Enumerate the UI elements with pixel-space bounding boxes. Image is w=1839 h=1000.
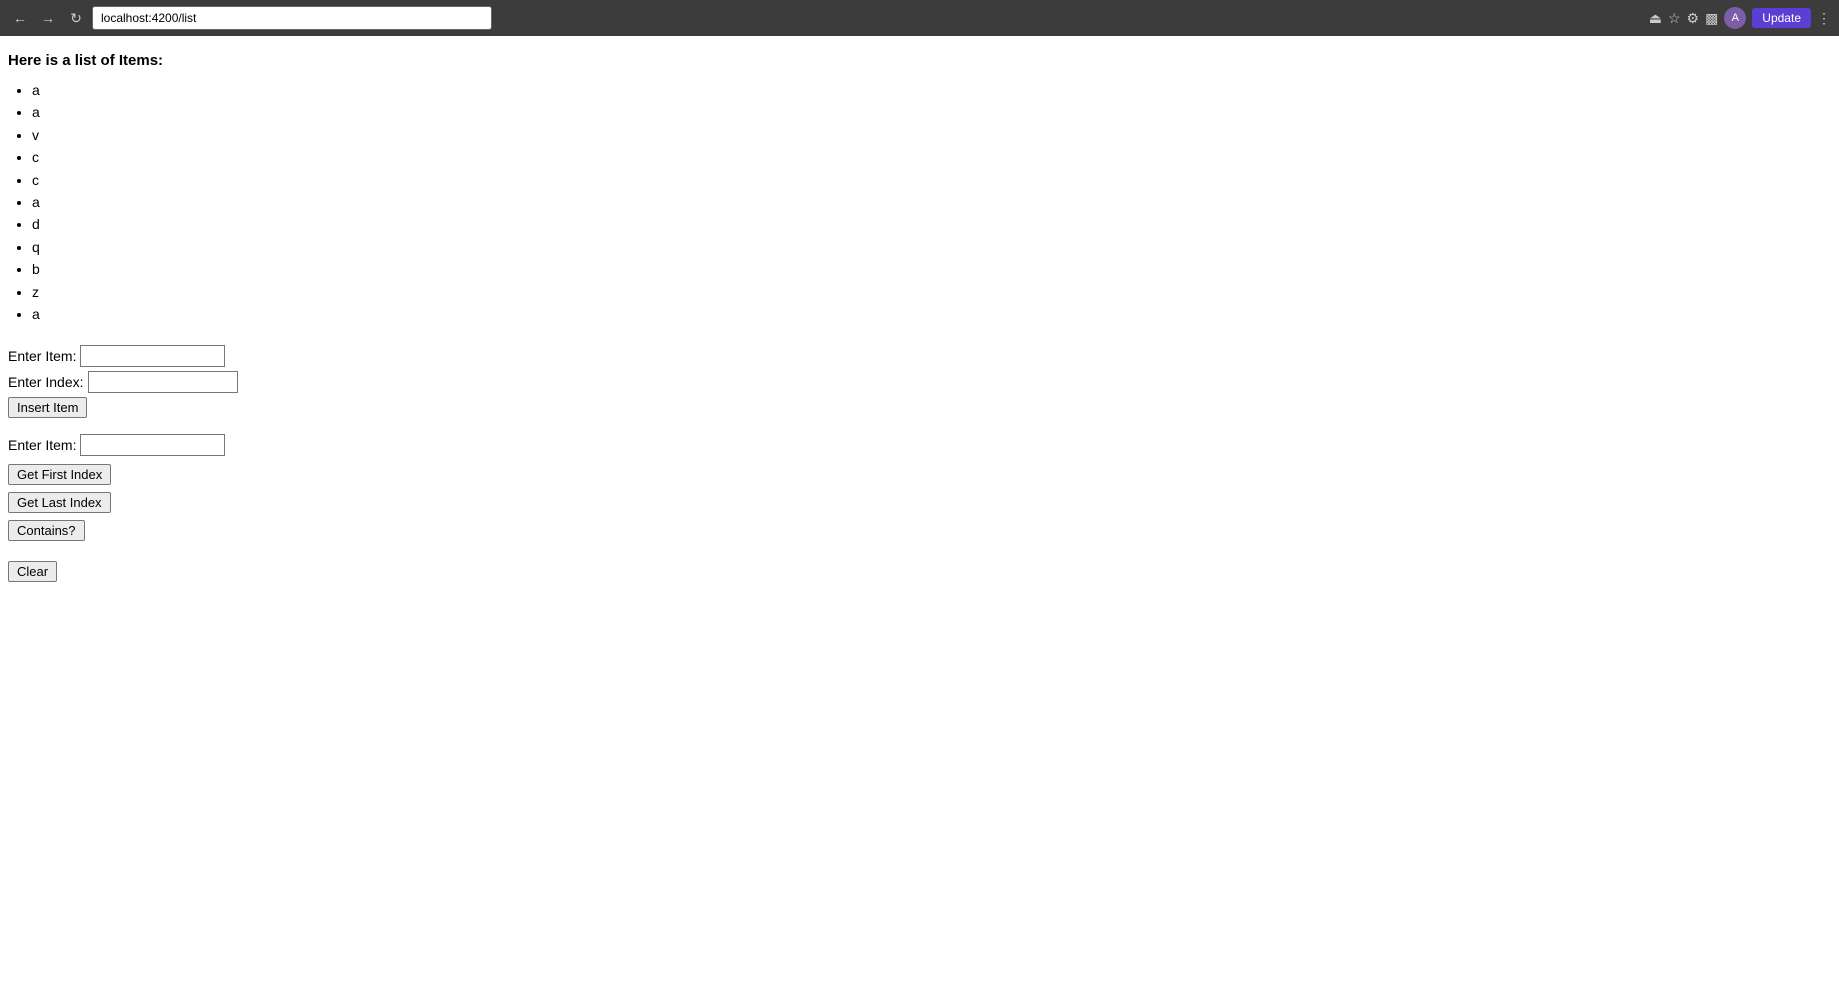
page-content: Here is a list of Items: aavccadqbza Ent… bbox=[0, 36, 1839, 598]
search-item-input[interactable] bbox=[80, 434, 225, 456]
list-item: d bbox=[32, 213, 1831, 235]
enter-item-row: Enter Item: bbox=[8, 345, 1831, 367]
list-item: a bbox=[32, 303, 1831, 325]
list-item: c bbox=[32, 146, 1831, 168]
enter-index-input[interactable] bbox=[88, 371, 238, 393]
cast-icon: ⏏ bbox=[1649, 10, 1662, 27]
enter-item-input[interactable] bbox=[80, 345, 225, 367]
list-item: c bbox=[32, 169, 1831, 191]
list-item: a bbox=[32, 79, 1831, 101]
list-item: a bbox=[32, 191, 1831, 213]
enter-index-row: Enter Index: bbox=[8, 371, 1831, 393]
get-first-index-button[interactable]: Get First Index bbox=[8, 464, 111, 485]
bookmark-icon: ☆ bbox=[1668, 10, 1681, 27]
update-button[interactable]: Update bbox=[1752, 8, 1811, 28]
list-item: v bbox=[32, 124, 1831, 146]
list-item: a bbox=[32, 101, 1831, 123]
contains-button[interactable]: Contains? bbox=[8, 520, 85, 541]
insert-form-section: Enter Item: Enter Index: Insert Item bbox=[8, 345, 1831, 418]
avatar: A bbox=[1724, 7, 1746, 29]
address-bar[interactable] bbox=[92, 6, 492, 30]
items-list: aavccadqbza bbox=[8, 79, 1831, 325]
reload-button[interactable]: ↻ bbox=[64, 6, 88, 30]
enter-item-label: Enter Item: bbox=[8, 348, 76, 364]
enter-index-label: Enter Index: bbox=[8, 374, 84, 390]
back-button[interactable]: ← bbox=[8, 6, 32, 30]
insert-item-button[interactable]: Insert Item bbox=[8, 397, 87, 418]
search-form-section: Enter Item: Get First Index Get Last Ind… bbox=[8, 434, 1831, 541]
page-title: Here is a list of Items: bbox=[8, 52, 1831, 69]
profile-icon: ▩ bbox=[1705, 10, 1718, 27]
menu-icon: ⋮ bbox=[1817, 10, 1831, 27]
list-item: z bbox=[32, 281, 1831, 303]
list-item: q bbox=[32, 236, 1831, 258]
search-item-row: Enter Item: bbox=[8, 434, 1831, 456]
clear-button[interactable]: Clear bbox=[8, 561, 57, 582]
clear-section: Clear bbox=[8, 561, 1831, 582]
list-item: b bbox=[32, 258, 1831, 280]
search-item-label: Enter Item: bbox=[8, 437, 76, 453]
browser-right-controls: ⏏ ☆ ⚙ ▩ A Update ⋮ bbox=[1649, 7, 1831, 29]
search-buttons-group: Get First Index Get Last Index Contains? bbox=[8, 460, 1831, 541]
forward-button[interactable]: → bbox=[36, 6, 60, 30]
extensions-icon: ⚙ bbox=[1687, 10, 1700, 27]
get-last-index-button[interactable]: Get Last Index bbox=[8, 492, 111, 513]
browser-chrome: ← → ↻ ⏏ ☆ ⚙ ▩ A Update ⋮ bbox=[0, 0, 1839, 36]
